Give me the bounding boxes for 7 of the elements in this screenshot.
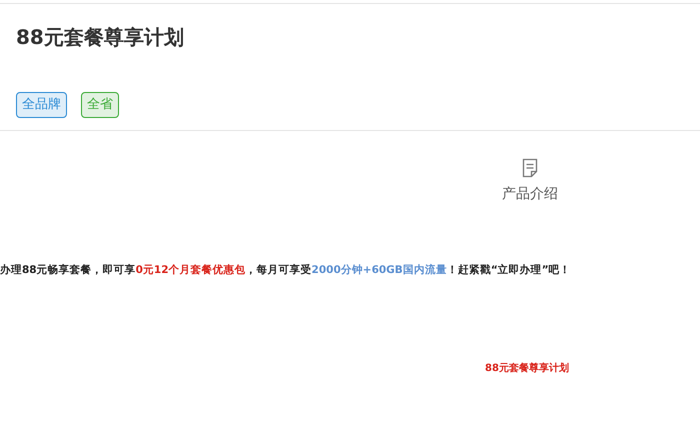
product-title: 88元套餐尊享计划 [16, 24, 185, 50]
section-label: 产品介绍 [502, 185, 558, 204]
description-text: 办理88元畅享套餐，即可享0元12个月套餐优惠包，每月可享受2000分钟+60GB国内流量！赶紧戳“立即办理”吧！ [0, 263, 572, 278]
footer-title: 88元套餐尊享计划 [485, 361, 569, 376]
tag: 全省 [81, 92, 119, 118]
document-icon [522, 158, 538, 178]
tag: 全品牌 [16, 92, 67, 118]
